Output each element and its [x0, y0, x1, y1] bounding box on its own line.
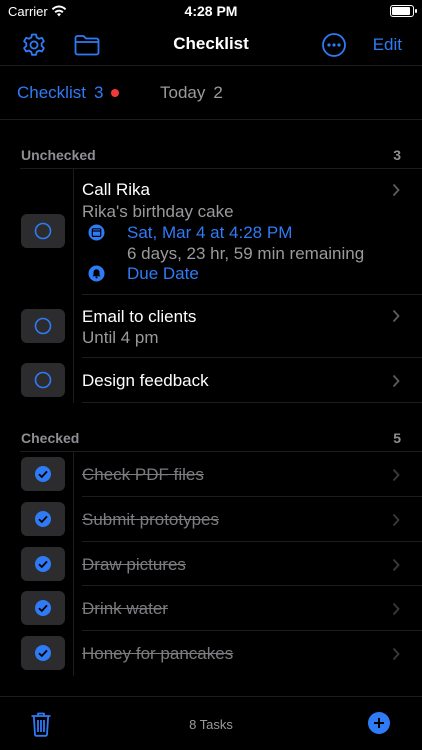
bottom-toolbar: 8 Tasks [0, 696, 422, 750]
section-label: Checked [21, 430, 80, 446]
chevron-right-icon [392, 513, 400, 527]
checkbox[interactable] [21, 502, 65, 536]
remaining-text: 6 days, 23 hr, 59 min remaining [127, 244, 365, 263]
task-title: Design feedback [82, 371, 209, 390]
section-header-checked: Checked 5 [0, 425, 422, 451]
divider [73, 169, 74, 295]
page-title: Checklist [173, 34, 249, 53]
calendar-icon [88, 224, 105, 241]
divider [73, 586, 74, 631]
list-item[interactable]: Email to clients Until 4 pm [0, 295, 422, 358]
section-label: Unchecked [21, 147, 96, 163]
circle-icon [34, 222, 52, 240]
divider [73, 542, 74, 586]
chevron-right-icon [392, 309, 400, 323]
checkbox[interactable] [21, 547, 65, 581]
list-item[interactable]: Draw pictures [0, 542, 422, 586]
list-item[interactable]: Drink water [0, 586, 422, 631]
checkbox[interactable] [21, 591, 65, 625]
checkbox[interactable] [21, 636, 65, 670]
chevron-right-icon [392, 647, 400, 661]
notification-dot [111, 89, 120, 97]
checkbox[interactable] [21, 214, 65, 248]
checkmark-icon [35, 466, 51, 482]
chevron-right-icon [392, 374, 400, 388]
task-title: Submit prototypes [82, 510, 220, 529]
task-count: 8 Tasks [189, 717, 233, 732]
more-icon[interactable] [320, 31, 348, 59]
section-count: 3 [393, 147, 401, 163]
edit-button[interactable]: Edit [373, 35, 402, 55]
checkmark-icon [35, 511, 51, 527]
list-item[interactable]: Submit prototypes [0, 497, 422, 542]
checkmark-icon [35, 600, 51, 616]
tab-bar: Checklist 3 Today 2 [0, 66, 422, 120]
checkbox[interactable] [21, 457, 65, 491]
divider [73, 452, 74, 497]
task-title: Honey for pancakes [82, 644, 234, 663]
tab-checklist-label: Checklist [17, 83, 86, 102]
chevron-right-icon [392, 468, 400, 482]
status-bar: Carrier 4:28 PM [0, 0, 422, 24]
divider [73, 295, 74, 358]
status-time: 4:28 PM [184, 3, 238, 19]
task-title: Drink water [82, 599, 168, 618]
divider [82, 402, 422, 403]
circle-icon [34, 371, 52, 389]
due-date-text: Sat, Mar 4 at 4:28 PM [127, 223, 293, 242]
divider [73, 358, 74, 403]
divider [73, 497, 74, 542]
tab-today[interactable]: Today 2 [160, 83, 223, 103]
task-title: Email to clients [82, 307, 197, 326]
chevron-right-icon [392, 183, 400, 197]
list-item[interactable]: Check PDF files [0, 452, 422, 497]
task-title: Draw pictures [82, 555, 186, 574]
task-note: Until 4 pm [82, 328, 159, 347]
section-header-unchecked: Unchecked 3 [0, 142, 422, 168]
checkmark-icon [35, 645, 51, 661]
checkmark-icon [35, 556, 51, 572]
tab-checklist-count: 3 [93, 83, 104, 102]
divider [73, 631, 74, 676]
section-count: 5 [393, 430, 401, 446]
tab-today-label: Today [160, 83, 206, 102]
due-date-label: Due Date [127, 264, 199, 283]
task-note: Rika's birthday cake [82, 202, 234, 221]
checkbox[interactable] [21, 309, 65, 343]
tab-checklist[interactable]: Checklist 3 [17, 83, 120, 103]
checkbox[interactable] [21, 363, 65, 397]
list-item[interactable]: Honey for pancakes [0, 631, 422, 676]
list-item[interactable]: Call Rika Rika's birthday cake Sat, Mar … [0, 169, 422, 295]
chevron-right-icon [392, 558, 400, 572]
task-title: Check PDF files [82, 465, 204, 484]
navigation-bar: Checklist Edit [0, 24, 422, 66]
add-task-button[interactable] [368, 712, 390, 734]
battery-icon [390, 5, 417, 17]
chevron-right-icon [392, 602, 400, 616]
task-title: Call Rika [82, 180, 151, 199]
plus-icon [374, 718, 384, 728]
list-item[interactable]: Design feedback [0, 358, 422, 403]
bell-icon [88, 265, 105, 282]
tab-today-count: 2 [213, 83, 223, 102]
circle-icon [34, 317, 52, 335]
